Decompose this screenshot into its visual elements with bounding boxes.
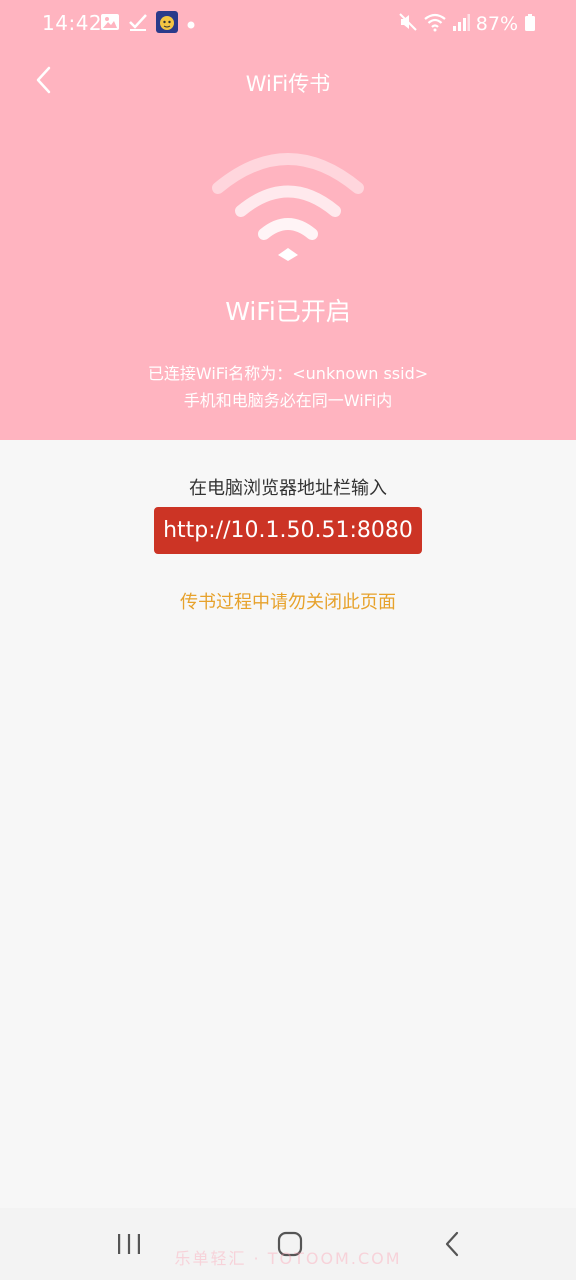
check-icon xyxy=(128,12,148,36)
gallery-icon xyxy=(100,12,120,36)
url-display[interactable]: http://10.1.50.51:8080 xyxy=(154,507,422,554)
wifi-large-icon xyxy=(212,153,364,261)
battery-percent: 87% xyxy=(475,13,518,35)
navigation-bar xyxy=(0,1208,576,1280)
wifi-ssid-line: 已连接WiFi名称为：<unknown ssid> xyxy=(147,364,429,383)
battery-icon xyxy=(524,12,536,36)
wifi-note-line: 手机和电脑务必在同一WiFi内 xyxy=(183,391,393,410)
wifi-status-text: WiFi已开启 xyxy=(225,297,351,326)
wifi-info: 已连接WiFi名称为：<unknown ssid> 手机和电脑务必在同一WiFi… xyxy=(0,360,576,414)
warning-text: 传书过程中请勿关闭此页面 xyxy=(180,592,396,613)
page-title: WiFi传书 xyxy=(245,72,331,96)
instruction-text: 在电脑浏览器地址栏输入 xyxy=(189,478,387,499)
status-bar: 14:42 87% xyxy=(0,0,576,48)
watermark: 乐单轻汇 · TOTOOM.COM xyxy=(174,1249,402,1268)
dot-icon xyxy=(186,15,196,34)
wifi-icon xyxy=(424,12,446,36)
avatar-icon xyxy=(156,11,178,37)
app-header: WiFi传书 xyxy=(0,56,576,106)
status-right-icons: 87% xyxy=(398,12,536,36)
status-time: 14:42 xyxy=(42,11,103,35)
signal-icon xyxy=(452,12,470,36)
mute-icon xyxy=(398,12,418,36)
status-left-icons xyxy=(100,11,196,37)
